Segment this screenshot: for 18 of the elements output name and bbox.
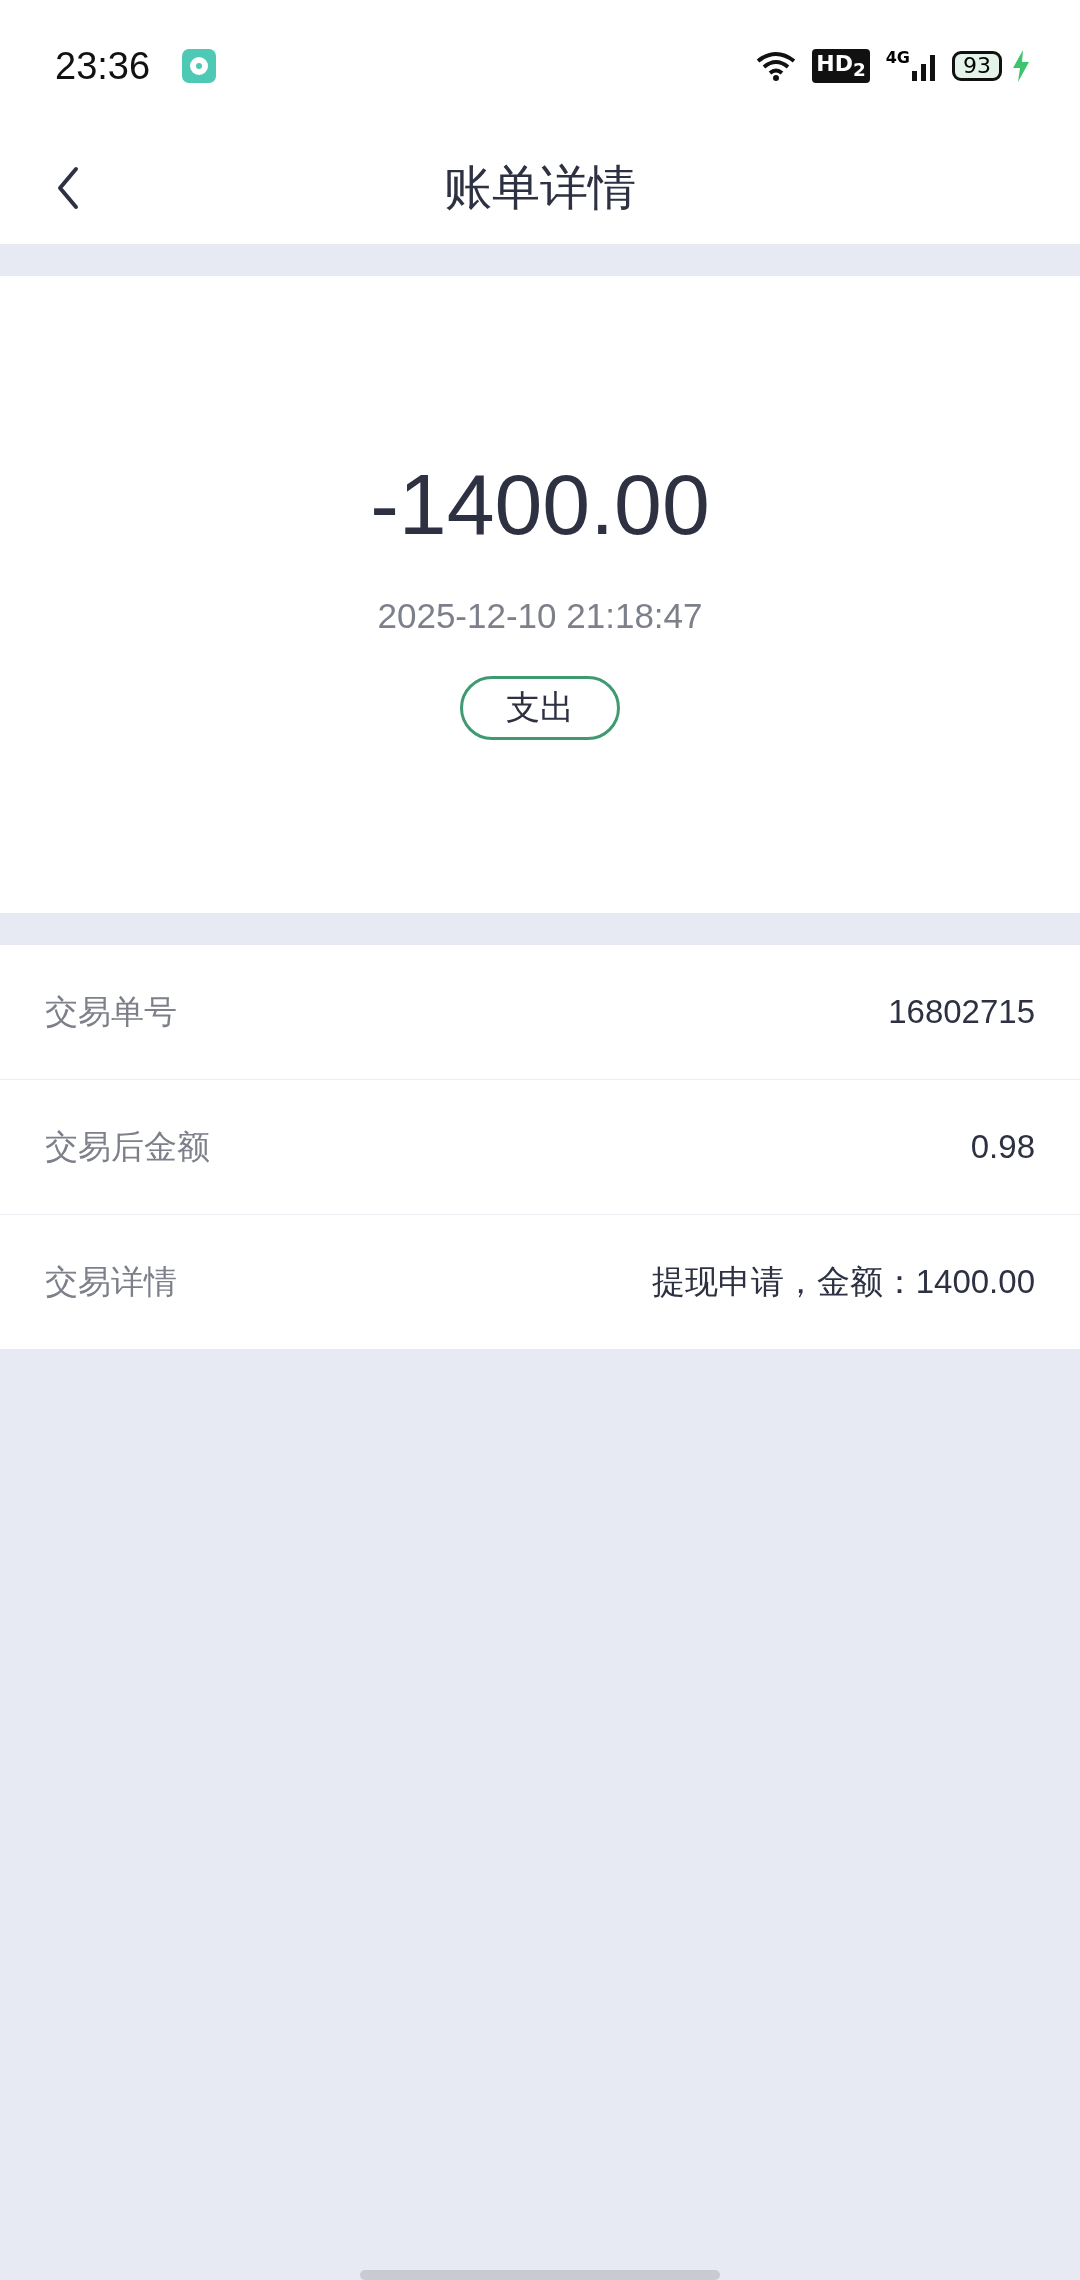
battery-level: 93 bbox=[952, 51, 1002, 81]
detail-value: 0.98 bbox=[970, 1128, 1035, 1166]
page-title: 账单详情 bbox=[444, 158, 636, 217]
network-type: 4G bbox=[885, 48, 910, 67]
charging-icon bbox=[1012, 50, 1030, 82]
detail-value: 16802715 bbox=[888, 993, 1035, 1031]
app-notification-icon bbox=[182, 49, 217, 83]
transaction-type-tag: 支出 bbox=[460, 676, 620, 740]
network-badge: HD$_{2}$ bbox=[812, 49, 870, 83]
back-icon[interactable] bbox=[56, 166, 80, 210]
amount: -1400.00 bbox=[370, 455, 710, 554]
status-time: 23:36 bbox=[55, 44, 151, 88]
detail-label: 交易详情 bbox=[45, 1260, 177, 1303]
transaction-time: 2025-12-10 21:18:47 bbox=[377, 596, 703, 636]
detail-value: 提现申请，金额：1400.00 bbox=[651, 1261, 1035, 1302]
detail-label: 交易后金额 bbox=[45, 1125, 210, 1168]
detail-label: 交易单号 bbox=[45, 990, 177, 1033]
wifi-icon bbox=[756, 51, 797, 81]
